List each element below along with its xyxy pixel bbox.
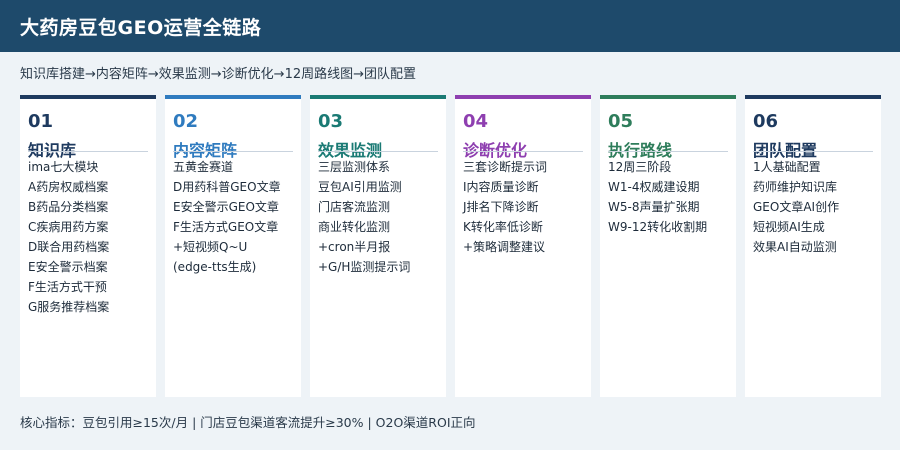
card-item: 五黄金赛道 xyxy=(173,160,234,174)
stage-card: 03 效果监测 三层监测体系 豆包AI引用监测 门店客流监测 商业转化监测 +cron半月报… xyxy=(310,95,446,397)
card-item: 12周三阶段 xyxy=(608,160,672,174)
page-title: 大药房豆包GEO运营全链路 xyxy=(20,16,262,39)
stage-card: 04 诊断优化 三套诊断提示词 I内容质量诊断 J排名下降诊断 K转化率低诊断 +策略调整建… xyxy=(455,95,591,397)
card-item: +短视频Q~U xyxy=(173,240,248,254)
card-item: W5-8声量扩张期 xyxy=(608,200,700,214)
card-item: 短视频AI生成 xyxy=(753,220,825,234)
card-divider xyxy=(608,151,728,152)
card-item-list: 五黄金赛道 D用药科普GEO文章 E安全警示GEO文章 F生活方式GEO文章 +短视频Q… xyxy=(173,157,301,277)
card-divider xyxy=(173,151,293,152)
card-divider xyxy=(463,151,583,152)
card-item: E安全警示档案 xyxy=(28,260,108,274)
card-item: A药房权威档案 xyxy=(28,180,109,194)
card-number: 03 xyxy=(318,111,344,132)
card-item: B药品分类档案 xyxy=(28,200,109,214)
card-number: 04 xyxy=(463,111,489,132)
card-item-list: ima七大模块 A药房权威档案 B药品分类档案 C疾病用药方案 D联合用药档案 E安全警示… xyxy=(28,157,156,317)
card-item: 豆包AI引用监测 xyxy=(318,180,402,194)
card-number: 05 xyxy=(608,111,634,132)
card-item: 三层监测体系 xyxy=(318,160,391,174)
card-divider xyxy=(318,151,438,152)
card-number: 02 xyxy=(173,111,199,132)
card-item: (edge-tts生成) xyxy=(173,260,257,274)
card-item: G服务推荐档案 xyxy=(28,300,110,314)
card-item: 1人基础配置 xyxy=(753,160,821,174)
card-item-list: 12周三阶段 W1-4权威建设期 W5-8声量扩张期 W9-12转化收割期 xyxy=(608,157,736,237)
card-divider xyxy=(28,151,148,152)
card-item-list: 三套诊断提示词 I内容质量诊断 J排名下降诊断 K转化率低诊断 +策略调整建议 xyxy=(463,157,591,257)
card-item: W9-12转化收割期 xyxy=(608,220,708,234)
card-item: 三套诊断提示词 xyxy=(463,160,548,174)
card-item: C疾病用药方案 xyxy=(28,220,109,234)
card-item: F生活方式干预 xyxy=(28,280,107,294)
card-item: I内容质量诊断 xyxy=(463,180,539,194)
stage-cards: 01 知识库 ima七大模块 A药房权威档案 B药品分类档案 C疾病用药方案 D联合用药档案… xyxy=(20,95,882,397)
stage-card: 02 内容矩阵 五黄金赛道 D用药科普GEO文章 E安全警示GEO文章 F生活方式GEO文… xyxy=(165,95,301,397)
header-bar: 大药房豆包GEO运营全链路 xyxy=(0,0,900,52)
card-item: F生活方式GEO文章 xyxy=(173,220,279,234)
card-item: +G/H监测提示词 xyxy=(318,260,411,274)
stage-card: 05 执行路线 12周三阶段 W1-4权威建设期 W5-8声量扩张期 W9-12转化收割期 xyxy=(600,95,736,397)
card-item: 门店客流监测 xyxy=(318,200,391,214)
card-number: 01 xyxy=(28,111,54,132)
card-item-list: 1人基础配置药师维护知识库 GEO文章AI创作 短视频AI生成 效果AI自动监测 xyxy=(753,157,881,257)
card-divider xyxy=(753,151,873,152)
card-item: +cron半月报 xyxy=(318,240,391,254)
card-item: 效果AI自动监测 xyxy=(753,240,837,254)
card-number: 06 xyxy=(753,111,779,132)
card-item: +策略调整建议 xyxy=(463,240,546,254)
card-item: GEO文章AI创作 xyxy=(753,200,840,214)
card-item: D联合用药档案 xyxy=(28,240,110,254)
card-item: K转化率低诊断 xyxy=(463,220,543,234)
card-item-list: 三层监测体系 豆包AI引用监测 门店客流监测 商业转化监测 +cron半月报 +G/H监测… xyxy=(318,157,446,277)
card-item: E安全警示GEO文章 xyxy=(173,200,279,214)
card-item: ima七大模块 xyxy=(28,160,99,174)
card-item: W1-4权威建设期 xyxy=(608,180,700,194)
card-item: D用药科普GEO文章 xyxy=(173,180,281,194)
card-item: J排名下降诊断 xyxy=(463,200,539,214)
flow-subtitle: 知识库搭建→内容矩阵→效果监测→诊断优化→12周路线图→团队配置 xyxy=(20,67,417,82)
card-item: 药师维护知识库 xyxy=(753,180,838,194)
stage-card: 06 团队配置 1人基础配置 药师维护知识库 GEO文章AI创作 短视频AI生成 效果AI自… xyxy=(745,95,881,397)
key-metrics: 核心指标：豆包引用≥15次/月 | 门店豆包渠道客流提升≥30% | O2O渠道… xyxy=(20,415,476,430)
card-item: 商业转化监测 xyxy=(318,220,391,234)
stage-card: 01 知识库 ima七大模块 A药房权威档案 B药品分类档案 C疾病用药方案 D联合用药档案… xyxy=(20,95,156,397)
